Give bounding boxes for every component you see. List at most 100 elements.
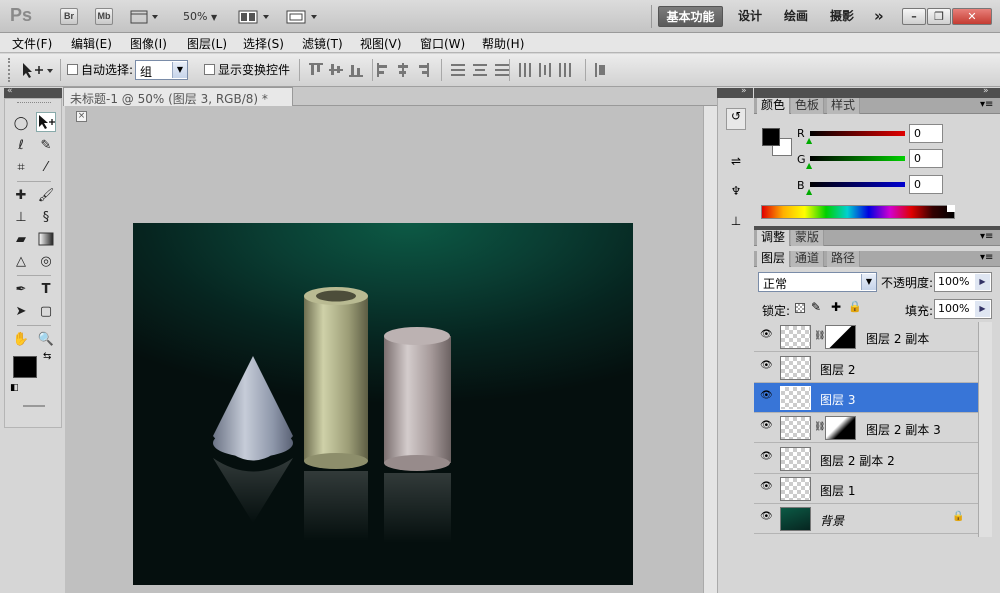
lock-transparency-icon[interactable] [795,303,805,313]
dock-collapse-strip[interactable] [717,88,753,98]
menu-help[interactable]: 帮助(H) [482,35,524,52]
menu-file[interactable]: 文件(F) [12,35,52,52]
auto-select-dropdown[interactable]: 组 ▼ [135,60,188,80]
more-workspaces-icon[interactable]: » [866,6,892,27]
hand-tool-icon[interactable]: ✋ [11,329,31,349]
blend-mode-dropdown[interactable]: 正常 ▼ [758,272,877,292]
g-value-input[interactable]: 0 [909,149,943,168]
link-icon[interactable]: ⛓ [814,422,825,432]
b-value-input[interactable]: 0 [909,175,943,194]
layer-row[interactable]: 👁 ⛓ 图层 2 副本 3 [754,413,978,443]
layer-row[interactable]: 👁 图层 1 [754,474,978,504]
g-slider[interactable] [810,156,905,161]
minimize-button[interactable]: – [902,8,926,25]
layers-scrollbar[interactable] [978,322,992,537]
quick-selection-tool-icon[interactable]: ✎ [36,135,56,155]
lock-position-icon[interactable]: ✚ [831,300,841,314]
close-window-button[interactable]: ✕ [952,8,992,25]
zoom-level-select[interactable]: 50% ▼ [183,10,217,23]
swap-colors-icon[interactable]: ⇆ [43,351,51,362]
dodge-tool-icon[interactable]: ◎ [36,251,56,271]
collapse-arrows-icon[interactable]: » [741,86,747,96]
lock-pixels-icon[interactable]: ✎ [811,300,821,314]
move-tool-icon[interactable] [36,112,56,132]
clone-stamp-tool-icon[interactable]: ⊥ [11,207,31,227]
zoom-tool-icon[interactable]: 🔍 [36,329,56,349]
bridge-button[interactable]: Br [60,8,78,25]
document-scrollbar[interactable] [703,106,717,593]
shape-tool-icon[interactable]: ▢ [36,301,56,321]
foreground-color-swatch[interactable] [13,356,37,378]
slider-arrow-icon[interactable]: ▶ [975,274,990,290]
r-slider[interactable] [810,131,905,136]
show-transform-checkbox[interactable] [204,64,215,75]
menu-select[interactable]: 选择(S) [243,35,284,52]
tab-swatches[interactable]: 色板 [791,98,825,114]
workspace-painting[interactable]: 绘画 [776,6,816,27]
r-value-input[interactable]: 0 [909,124,943,143]
arrange-documents-menu[interactable] [238,9,272,28]
panel-menu-icon[interactable]: ▾≡ [980,231,993,242]
menu-layer[interactable]: 图层(L) [187,35,227,52]
collapse-arrows-icon[interactable]: » [983,86,989,96]
history-brush-tool-icon[interactable]: § [36,207,56,227]
slider-handle-icon[interactable]: ▲ [806,161,812,170]
layer-row[interactable]: 👁 图层 2 副本 2 [754,444,978,474]
layer-row-selected[interactable]: 👁 图层 3 [754,383,978,413]
default-colors-icon[interactable]: ◧ [10,383,19,393]
visibility-eye-icon[interactable]: 👁 [760,390,774,404]
opacity-input[interactable]: 100% ▶ [934,272,992,292]
slider-handle-icon[interactable]: ▲ [806,187,812,196]
brush-tool-icon[interactable]: 🖌 [36,185,56,205]
workspace-photography[interactable]: 摄影 [822,6,862,27]
panel-menu-icon[interactable]: ▾≡ [980,252,993,263]
auto-select-checkbox[interactable] [67,64,78,75]
document-canvas[interactable] [133,223,633,585]
view-extras-menu[interactable] [130,9,160,28]
visibility-eye-icon[interactable]: 👁 [760,360,774,374]
layer-row-background[interactable]: 👁 背景 🔒 [754,504,978,534]
eyedropper-tool-icon[interactable]: ⁄ [36,157,56,177]
menu-image[interactable]: 图像(I) [130,35,167,52]
visibility-eye-icon[interactable]: 👁 [760,420,774,434]
crop-tool-icon[interactable]: ⌗ [11,157,31,177]
workspace-design[interactable]: 设计 [730,6,770,27]
eraser-tool-icon[interactable]: ▰ [11,229,31,249]
tool-presets-icon[interactable]: ⊥ [726,214,746,234]
brush-presets-icon[interactable]: ⇌ [726,154,746,174]
menu-view[interactable]: 视图(V) [360,35,402,52]
quick-mask-icon[interactable] [23,405,45,407]
tab-styles[interactable]: 样式 [827,98,861,114]
tab-color[interactable]: 颜色 [757,98,791,114]
workspace-essentials[interactable]: 基本功能 [658,6,723,27]
type-tool-icon[interactable]: T [36,279,56,299]
white-swatch[interactable] [947,205,955,212]
clone-source-icon[interactable]: ♆ [726,184,746,204]
tab-adjustments[interactable]: 调整 [757,230,791,246]
tool-preset-picker[interactable] [20,61,54,82]
fill-input[interactable]: 100% ▶ [934,299,992,319]
layer-mask-thumbnail[interactable] [825,325,856,349]
close-tab-icon[interactable]: × [76,111,87,122]
visibility-eye-icon[interactable]: 👁 [760,481,774,495]
lock-all-icon[interactable]: 🔒 [848,300,862,313]
tools-collapse-strip[interactable] [4,88,62,98]
panels-collapse-strip[interactable] [754,88,1000,98]
marquee-tool-icon[interactable]: ◯ [11,113,31,133]
blur-tool-icon[interactable]: △ [11,251,31,271]
layer-row[interactable]: 👁 ⛓ 图层 2 副本 [754,322,978,352]
tab-channels[interactable]: 通道 [791,251,825,267]
slider-arrow-icon[interactable]: ▶ [975,301,990,317]
history-panel-icon[interactable]: ↺ [726,108,746,130]
layer-row[interactable]: 👁 图层 2 [754,353,978,383]
tab-masks[interactable]: 蒙版 [791,230,825,246]
screen-mode-menu[interactable] [286,9,320,28]
layer-mask-thumbnail[interactable] [825,416,856,440]
visibility-eye-icon[interactable]: 👁 [760,329,774,343]
align-distribute-icons[interactable] [307,61,607,79]
spot-healing-tool-icon[interactable]: ✚ [11,185,31,205]
visibility-eye-icon[interactable]: 👁 [760,511,774,525]
menu-filter[interactable]: 滤镜(T) [302,35,343,52]
document-tab[interactable]: 未标题-1 @ 50% (图层 3, RGB/8) * × [63,87,293,122]
visibility-eye-icon[interactable]: 👁 [760,451,774,465]
